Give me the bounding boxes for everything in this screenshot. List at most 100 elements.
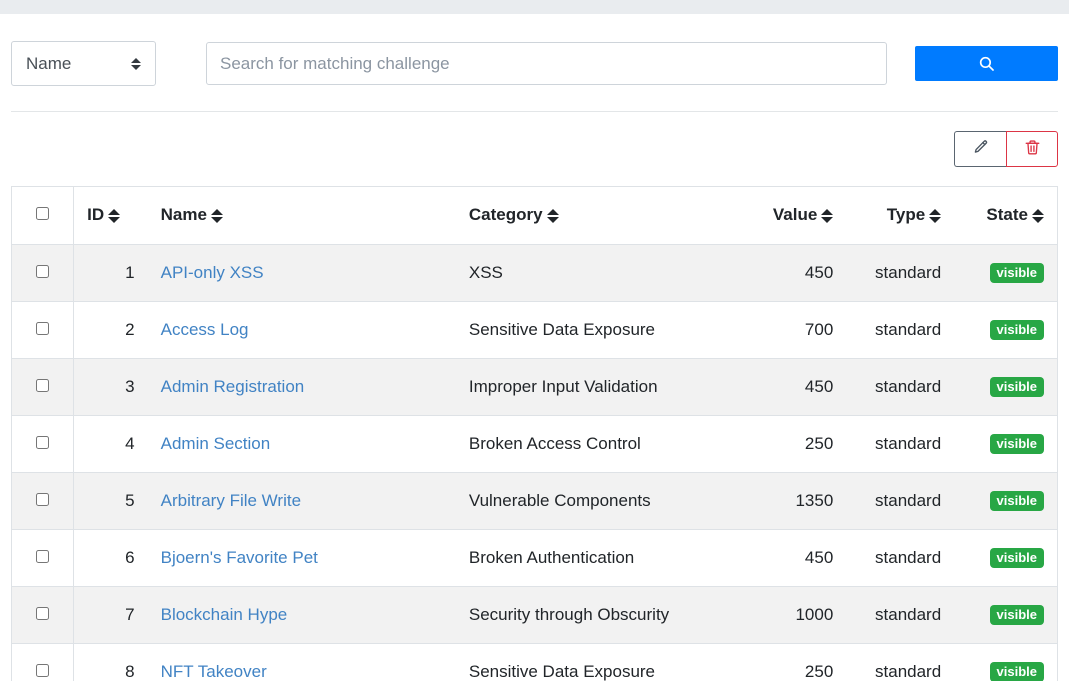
cell-id: 1 <box>73 244 148 302</box>
cell-id: 2 <box>73 301 148 359</box>
row-select-cell <box>12 643 75 681</box>
status-badge: visible <box>989 491 1044 511</box>
cell-type: standard <box>846 472 955 530</box>
cell-name: Admin Section <box>147 415 456 473</box>
row-select-checkbox[interactable] <box>36 492 50 506</box>
cell-state: visible <box>954 244 1057 302</box>
table-row: 7 Blockchain Hype Security through Obscuri… <box>12 586 1057 644</box>
cell-state: visible <box>954 529 1057 587</box>
table-row: 8 NFT Takeover Sensitive Data Exposure 250 s… <box>12 643 1057 681</box>
table-body: 1 API-only XSS XSS 450 standard visible 2 Acces… <box>12 244 1057 681</box>
status-badge: visible <box>989 377 1044 397</box>
page-body: Name Search for matching challenge ID Na… <box>0 14 1069 681</box>
cell-value: 450 <box>753 244 847 302</box>
challenge-link[interactable]: Admin Section <box>161 434 271 453</box>
top-strip <box>0 0 1069 14</box>
challenge-link[interactable]: Admin Registration <box>161 377 305 396</box>
header-id[interactable]: ID <box>73 187 148 245</box>
header-id-label: ID <box>87 205 105 225</box>
select-all-checkbox[interactable] <box>36 207 50 221</box>
header-state-label: State <box>986 205 1028 225</box>
cell-category: Broken Access Control <box>455 415 754 473</box>
action-button-group <box>954 131 1058 167</box>
cell-value: 1350 <box>753 472 847 530</box>
cell-state: visible <box>954 586 1057 644</box>
challenge-link[interactable]: NFT Takeover <box>161 662 267 681</box>
row-select-checkbox[interactable] <box>36 378 50 392</box>
cell-name: Arbitrary File Write <box>147 472 456 530</box>
cell-id: 8 <box>73 643 148 681</box>
header-state[interactable]: State <box>954 187 1057 245</box>
trash-icon <box>1024 139 1041 159</box>
table-row: 5 Arbitrary File Write Vulnerable Componen… <box>12 472 1057 530</box>
status-badge: visible <box>989 434 1044 454</box>
cell-id: 7 <box>73 586 148 644</box>
filter-select-wrapper: Name <box>11 41 156 86</box>
row-select-cell <box>12 472 75 530</box>
table-row: 3 Admin Registration Improper Input Valida… <box>12 358 1057 416</box>
cell-state: visible <box>954 301 1057 359</box>
table-row: 4 Admin Section Broken Access Control 250st… <box>12 415 1057 473</box>
challenges-table: ID Name Category Value Type State 1 API-… <box>12 187 1057 681</box>
cell-value: 450 <box>753 529 847 587</box>
search-button[interactable] <box>915 46 1058 81</box>
cell-value: 700 <box>753 301 847 359</box>
header-value-label: Value <box>772 205 818 225</box>
row-select-checkbox[interactable] <box>36 435 50 449</box>
pencil-icon <box>972 139 989 159</box>
search-icon <box>978 55 995 72</box>
row-select-checkbox[interactable] <box>36 264 50 278</box>
cell-category: Vulnerable Components <box>455 472 754 530</box>
cell-category: Sensitive Data Exposure <box>455 643 754 681</box>
sort-arrows-icon <box>108 209 121 224</box>
row-select-cell <box>12 415 75 473</box>
cell-name: Access Log <box>147 301 456 359</box>
header-name-label: Name <box>160 205 207 225</box>
cell-name: NFT Takeover <box>147 643 456 681</box>
select-all-header <box>12 187 75 245</box>
row-select-cell <box>12 586 75 644</box>
cell-category: Sensitive Data Exposure <box>455 301 754 359</box>
delete-button[interactable] <box>1006 131 1058 167</box>
sort-arrows-icon <box>1032 209 1044 224</box>
row-select-checkbox[interactable] <box>36 321 50 335</box>
cell-type: standard <box>846 244 955 302</box>
row-select-checkbox[interactable] <box>36 663 50 677</box>
row-select-cell <box>12 358 75 416</box>
header-category[interactable]: Category <box>455 187 754 245</box>
cell-id: 3 <box>73 358 148 416</box>
challenge-link[interactable]: Blockchain Hype <box>161 605 288 624</box>
table-head: ID Name Category Value Type State <box>12 187 1057 245</box>
header-type-label: Type <box>886 205 926 225</box>
table-row: 2 Access Log Sensitive Data Exposure 700 sta… <box>12 301 1057 359</box>
cell-category: XSS <box>455 244 754 302</box>
challenge-link[interactable]: API-only XSS <box>161 263 264 282</box>
challenge-link[interactable]: Access Log <box>161 320 249 339</box>
header-name[interactable]: Name <box>147 187 456 245</box>
challenges-table-wrapper: ID Name Category Value Type State 1 API-… <box>11 186 1058 681</box>
row-select-cell <box>12 244 75 302</box>
cell-id: 5 <box>73 472 148 530</box>
row-select-cell <box>12 301 75 359</box>
header-value[interactable]: Value <box>753 187 847 245</box>
row-select-checkbox[interactable] <box>36 549 50 563</box>
challenge-link[interactable]: Bjoern's Favorite Pet <box>161 548 318 567</box>
row-select-checkbox[interactable] <box>36 606 50 620</box>
search-input[interactable] <box>206 42 887 85</box>
table-row: 6 Bjoern's Favorite Pet Broken Authenticat… <box>12 529 1057 587</box>
cell-type: standard <box>846 301 955 359</box>
row-select-cell <box>12 529 75 587</box>
edit-button[interactable] <box>954 131 1006 167</box>
table-row: 1 API-only XSS XSS 450 standard visible <box>12 244 1057 302</box>
cell-type: standard <box>846 586 955 644</box>
cell-id: 4 <box>73 415 148 473</box>
table-header-row: ID Name Category Value Type State <box>12 187 1057 245</box>
filter-select[interactable]: Name <box>11 41 156 86</box>
status-badge: visible <box>989 662 1044 681</box>
cell-value: 250 <box>753 643 847 681</box>
status-badge: visible <box>989 263 1044 283</box>
cell-state: visible <box>954 415 1057 473</box>
header-type[interactable]: Type <box>846 187 955 245</box>
cell-type: standard <box>846 415 955 473</box>
challenge-link[interactable]: Arbitrary File Write <box>161 491 301 510</box>
